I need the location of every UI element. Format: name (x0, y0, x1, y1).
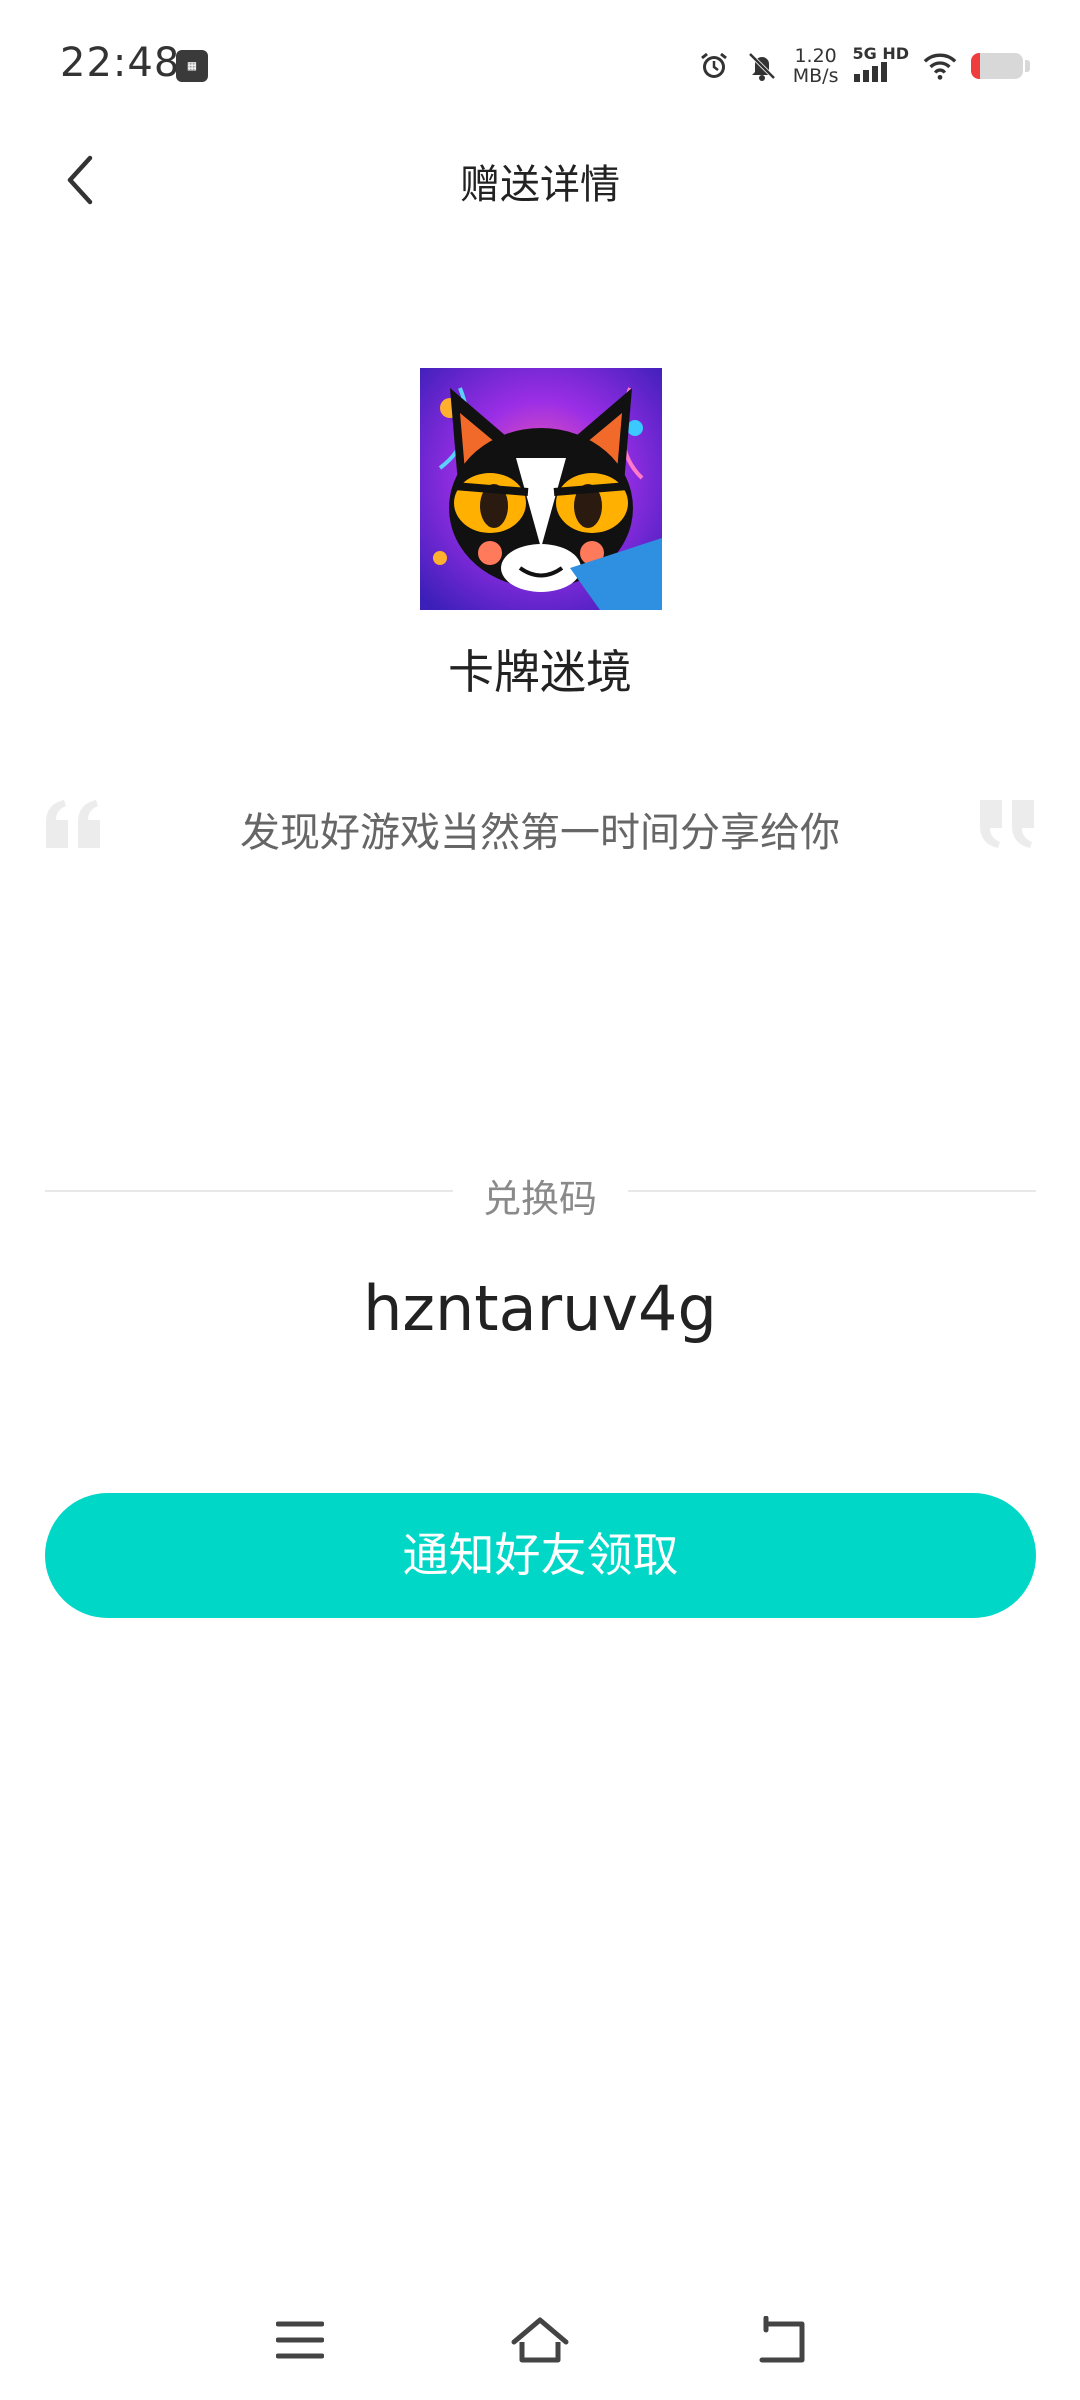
quote-close-icon (974, 800, 1038, 848)
game-cover-image (420, 368, 662, 610)
app-header: 赠送详情 (0, 130, 1080, 230)
mute-bell-icon (745, 49, 779, 83)
menu-nav-button[interactable] (270, 2310, 330, 2370)
home-nav-button[interactable] (510, 2310, 570, 2370)
signal-bars-icon (854, 62, 888, 82)
divider (628, 1190, 1036, 1192)
game-name: 卡牌迷境 (448, 645, 632, 699)
battery-icon (971, 53, 1023, 79)
status-icons: 1.20 MB/s 5G HD (697, 44, 1030, 88)
network-type-label: 5G HD (852, 44, 909, 63)
net-speed-unit: MB/s (792, 65, 839, 87)
cellular-signal: 5G HD (852, 46, 909, 86)
battery-indicator (971, 53, 1030, 79)
net-speed: 1.20 MB/s (793, 46, 839, 86)
battery-level-fill (971, 53, 981, 79)
return-icon (759, 2316, 805, 2363)
menu-icon (276, 2321, 324, 2359)
net-speed-value: 1.20 (794, 45, 837, 67)
back-nav-button[interactable] (752, 2310, 812, 2370)
wifi-icon (923, 49, 957, 83)
battery-cap (1025, 60, 1030, 72)
notify-friend-button[interactable]: 通知好友领取 (45, 1493, 1036, 1618)
redeem-code-label: 兑换码 (482, 1177, 597, 1221)
redeem-code-value[interactable]: hzntaruv4g (0, 1272, 1080, 1345)
status-time: 22:48 (60, 40, 181, 86)
status-bar: 22:48 ▦ 1.20 MB/s 5G HD (0, 0, 1080, 130)
app-notification-icon: ▦ (176, 50, 208, 82)
share-message: 发现好游戏当然第一时间分享给你 (240, 810, 840, 856)
page-title: 赠送详情 (460, 162, 620, 208)
system-navigation-bar (0, 2290, 1080, 2380)
alarm-icon (697, 49, 731, 83)
home-icon (511, 2317, 569, 2363)
